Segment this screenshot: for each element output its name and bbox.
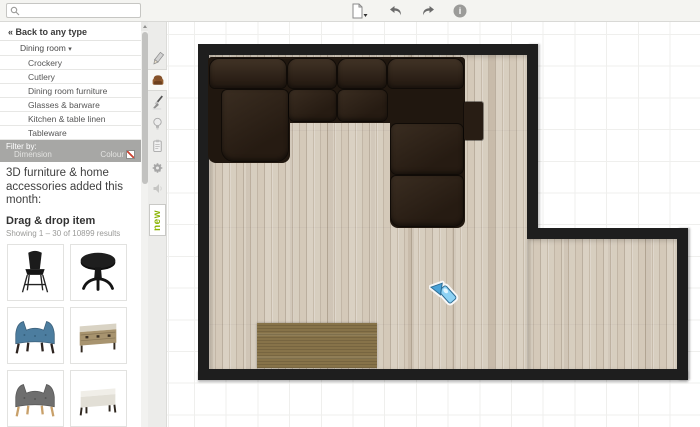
storage-bench[interactable] <box>70 307 127 364</box>
sofa-back-cushion <box>210 59 286 88</box>
mode-toolbar: new <box>148 22 167 427</box>
filter-bar: Filter by: Dimension Colour <box>0 140 141 162</box>
category-glasses-barware[interactable]: Glasses & barware <box>0 98 141 112</box>
wall-right-lower[interactable] <box>677 228 688 380</box>
wall-right-upper[interactable] <box>527 44 538 239</box>
lightbulb-icon <box>151 117 164 131</box>
blue-tufted-bench[interactable] <box>7 307 64 364</box>
clipboard-icon <box>151 139 164 153</box>
wall-bottom[interactable] <box>198 369 688 380</box>
product-grid <box>0 241 141 427</box>
category-dining-room[interactable]: Dining room ▾ <box>0 41 141 56</box>
side-table[interactable] <box>464 102 483 140</box>
furniture-tool[interactable] <box>148 69 167 91</box>
sofa-back-cushion <box>338 59 386 88</box>
filter-dimension[interactable]: Dimension <box>14 150 52 159</box>
undo-button[interactable] <box>386 2 406 20</box>
pencil-icon <box>151 51 165 66</box>
search-icon <box>10 6 20 16</box>
sofa-seat-cushion <box>391 124 463 174</box>
new-design-button[interactable] <box>349 2 369 20</box>
room-planner-app: i « Back to any type Dining room ▾ Crock… <box>0 0 700 427</box>
filter-colour[interactable]: Colour <box>100 150 135 159</box>
category-tableware[interactable]: Tableware <box>0 126 141 140</box>
category-kitchen-table-linen[interactable]: Kitchen & table linen <box>0 112 141 126</box>
sectional-sofa[interactable] <box>208 57 465 228</box>
walls-tool[interactable] <box>148 47 167 69</box>
top-toolbar: i <box>0 0 700 22</box>
search-input[interactable] <box>20 6 130 16</box>
armchair-icon <box>151 74 165 87</box>
new-badge[interactable]: new <box>149 204 166 236</box>
results-count: Showing 1 – 30 of 10899 results <box>0 227 141 241</box>
grey-tufted-bench[interactable] <box>7 370 64 427</box>
redo-button[interactable] <box>418 2 438 20</box>
lighting-tool[interactable] <box>148 113 167 135</box>
wall-notch[interactable] <box>527 228 688 239</box>
gear-icon <box>151 161 164 175</box>
info-button[interactable]: i <box>450 2 470 20</box>
category-crockery[interactable]: Crockery <box>0 56 141 70</box>
rug[interactable] <box>257 323 377 368</box>
search-box[interactable] <box>6 3 141 18</box>
camera-view-marker[interactable] <box>429 275 465 311</box>
chevron-down-icon: ▾ <box>68 46 72 53</box>
sofa-chaise-cushion <box>222 90 288 161</box>
sofa-back-cushion <box>288 59 336 88</box>
room-floor-extension[interactable] <box>527 239 677 369</box>
black-cafe-chair[interactable] <box>7 244 64 301</box>
sofa-seat-cushion <box>391 176 463 226</box>
black-round-table[interactable] <box>70 244 127 301</box>
scroll-up-arrow[interactable] <box>141 22 148 31</box>
scrollbar-thumb[interactable] <box>142 32 148 184</box>
floorplan-canvas[interactable] <box>167 22 700 427</box>
sofa-back-cushion <box>388 59 463 88</box>
settings-tool[interactable] <box>148 157 167 179</box>
paint-tool[interactable] <box>148 91 167 113</box>
white-ottoman-bench[interactable] <box>70 370 127 427</box>
speaker-icon <box>152 182 164 195</box>
category-dining-room-furniture[interactable]: Dining room furniture <box>0 84 141 98</box>
sidebar: « Back to any type Dining room ▾ Crocker… <box>0 22 141 427</box>
sidebar-scrollbar[interactable] <box>141 22 148 427</box>
category-cutlery[interactable]: Cutlery <box>0 70 141 84</box>
sofa-seat-cushion <box>338 90 387 121</box>
promo-heading: 3D furniture & home accessories added th… <box>0 162 141 208</box>
wall-top[interactable] <box>198 44 538 55</box>
paintbrush-icon <box>151 95 165 110</box>
sound-tool[interactable] <box>148 179 167 197</box>
svg-text:i: i <box>459 6 462 16</box>
drag-drop-label: Drag & drop item <box>0 208 141 227</box>
back-to-any-type-link[interactable]: « Back to any type <box>0 22 141 41</box>
review-tool[interactable] <box>148 135 167 157</box>
sofa-seat-cushion <box>289 90 336 121</box>
no-colour-icon <box>126 150 135 159</box>
